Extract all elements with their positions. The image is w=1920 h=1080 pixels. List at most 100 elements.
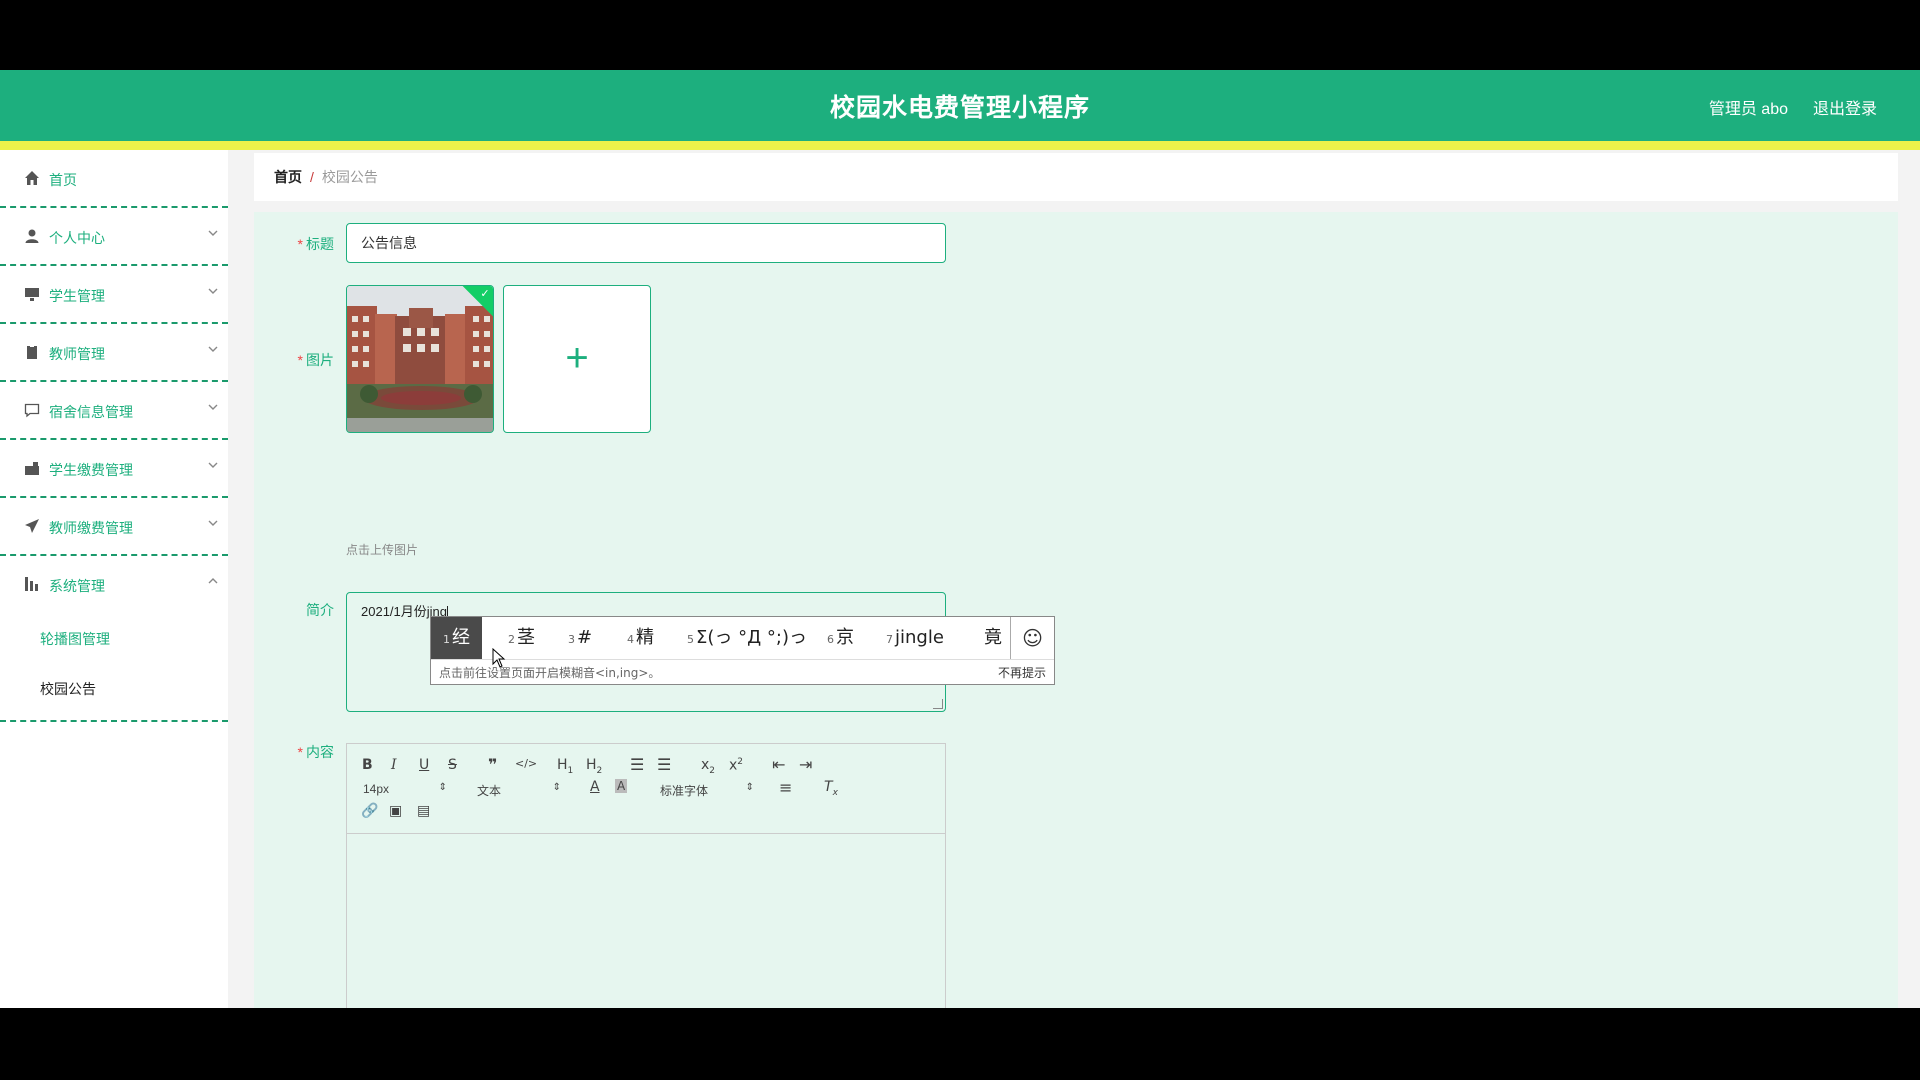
content-label: * 内容: [297, 744, 334, 760]
sidebar-item-system-management[interactable]: 系统管理: [0, 556, 228, 614]
title-input[interactable]: 公告信息: [346, 223, 946, 263]
monitor-icon: [25, 288, 39, 301]
ime-footer: 点击前往设置页面开启模糊音<in,ing>。 不再提示: [431, 659, 1054, 685]
clear-format-button[interactable]: Tx: [824, 779, 838, 798]
background-color-button[interactable]: A: [615, 779, 628, 793]
required-mark: *: [297, 352, 303, 368]
sidebar: 首页 个人中心 学生管理 教师管理 宿舍信息管理 学生缴费管理 教师缴费管理 系…: [0, 150, 228, 1008]
ime-candidate[interactable]: 7 jingle: [886, 617, 944, 659]
video-icon[interactable]: ▤: [417, 803, 430, 819]
font-size-select[interactable]: 14px ⇕: [363, 782, 447, 796]
ime-candidate[interactable]: 竟: [982, 617, 1002, 659]
current-user: 管理员 abo: [1708, 101, 1788, 118]
notice-form: * 标题 公告信息 * 图片 ✓ + 点击上传图片 简介 2021/1月份jin…: [254, 212, 1898, 1008]
uploaded-image-thumbnail[interactable]: ✓: [346, 285, 494, 433]
superscript-button[interactable]: x2: [729, 757, 743, 774]
send-icon: [25, 519, 39, 533]
outdent-button[interactable]: ⇤: [772, 755, 785, 774]
user-icon: [25, 229, 39, 243]
accent-bar: [0, 141, 1920, 150]
home-icon: [25, 171, 39, 185]
breadcrumb-current: 校园公告: [321, 169, 378, 185]
resize-handle[interactable]: [933, 699, 943, 709]
sidebar-item-dorm-info-management[interactable]: 宿舍信息管理: [0, 382, 228, 440]
app-frame: 校园水电费管理小程序 管理员 abo 退出登录 首页 个人中心 学生管理 教师管…: [0, 0, 1920, 1080]
top-header: 校园水电费管理小程序 管理员 abo 退出登录: [0, 70, 1920, 141]
sidebar-item-label: 系统管理: [49, 578, 105, 594]
ime-candidate-row: 1经 2茎 3 # 4精 5 Σ(っ °Д °;)っ 6京 7 jingle 竟: [431, 617, 1011, 659]
sidebar-item-student-management[interactable]: 学生管理: [0, 266, 228, 324]
ime-candidate[interactable]: 4精: [627, 617, 654, 659]
bold-button[interactable]: B: [362, 757, 373, 773]
upload-hint: 点击上传图片: [346, 543, 419, 557]
clipboard-icon: [27, 345, 37, 359]
intro-label: 简介: [306, 602, 334, 618]
sidebar-item-label: 教师缴费管理: [49, 520, 133, 536]
link-icon[interactable]: 🔗: [361, 803, 378, 819]
ime-candidate[interactable]: 3 #: [568, 617, 592, 659]
italic-button[interactable]: I: [391, 757, 397, 773]
chart-icon: [25, 577, 38, 591]
select-arrows-icon: ⇕: [438, 782, 447, 793]
chevron-down-icon: [208, 462, 218, 468]
emoji-icon[interactable]: ☺: [1010, 617, 1054, 659]
suitcase-icon: [25, 462, 39, 475]
sidebar-item-label: 个人中心: [49, 230, 105, 246]
sidebar-subitem-campus-notice[interactable]: 校园公告: [0, 664, 228, 714]
chevron-down-icon: [208, 288, 218, 294]
image-icon[interactable]: ▣: [389, 803, 402, 819]
ime-candidate-popup: 1经 2茎 3 # 4精 5 Σ(っ °Д °;)っ 6京 7 jingle 竟 ☺ …: [430, 616, 1055, 685]
required-mark: *: [297, 236, 303, 252]
font-color-button[interactable]: A: [590, 779, 600, 795]
text-type-select[interactable]: 文本 ⇕: [477, 782, 561, 799]
breadcrumb-home[interactable]: 首页: [274, 169, 302, 185]
ime-candidate[interactable]: 2茎: [508, 617, 535, 659]
blockquote-button[interactable]: ❞: [488, 755, 497, 774]
sidebar-item-label: 学生管理: [49, 288, 105, 304]
strikethrough-button[interactable]: S: [448, 757, 457, 773]
bullet-list-button[interactable]: ☰: [657, 755, 671, 774]
subscript-button[interactable]: x2: [701, 757, 715, 776]
ime-candidate[interactable]: 6京: [827, 617, 854, 659]
chevron-down-icon: [208, 346, 218, 352]
campus-building-photo: [347, 286, 493, 432]
indent-button[interactable]: ⇥: [799, 755, 812, 774]
title-label: * 标题: [297, 236, 334, 252]
required-mark: *: [297, 744, 303, 760]
sidebar-item-label: 教师管理: [49, 346, 105, 362]
app-title: 校园水电费管理小程序: [829, 94, 1090, 122]
sidebar-item-label: 宿舍信息管理: [49, 404, 133, 420]
ime-fuzzy-hint[interactable]: 点击前往设置页面开启模糊音<in,ing>。: [439, 666, 660, 680]
underline-button[interactable]: U: [419, 757, 429, 773]
select-arrows-icon: ⇕: [745, 782, 754, 793]
code-block-button[interactable]: </>: [515, 757, 537, 770]
sidebar-item-label: 学生缴费管理: [49, 462, 133, 478]
ime-candidate[interactable]: 1经: [431, 617, 482, 659]
sidebar-item-personal-center[interactable]: 个人中心: [0, 208, 228, 266]
breadcrumb: 首页 / 校园公告: [254, 153, 1898, 201]
heading1-button[interactable]: H1: [557, 757, 573, 776]
ime-dismiss-button[interactable]: 不再提示: [998, 660, 1046, 686]
sidebar-item-teacher-management[interactable]: 教师管理: [0, 324, 228, 382]
editor-toolbar: B I U S ❞ </> H1 H2 ☰ ☰ x2 x2 ⇤ ⇥ 14px ⇕ …: [347, 744, 945, 834]
plus-icon: +: [565, 336, 589, 380]
align-button[interactable]: ≡: [779, 778, 792, 797]
sidebar-subitem-carousel-management[interactable]: 轮播图管理: [0, 614, 228, 664]
browser-viewport: 校园水电费管理小程序 管理员 abo 退出登录 首页 个人中心 学生管理 教师管…: [0, 70, 1920, 1008]
ime-candidate[interactable]: 5 Σ(っ °Д °;)っ: [687, 617, 807, 659]
sidebar-item-home[interactable]: 首页: [0, 150, 228, 208]
image-label: * 图片: [297, 352, 334, 368]
check-icon: ✓: [480, 287, 490, 300]
font-family-select[interactable]: 标准字体 ⇕: [660, 782, 754, 799]
chat-icon: [24, 403, 40, 418]
chevron-down-icon: [208, 404, 218, 410]
rich-text-editor: B I U S ❞ </> H1 H2 ☰ ☰ x2 x2 ⇤ ⇥ 14px ⇕ …: [346, 743, 946, 1008]
sidebar-item-student-payment-management[interactable]: 学生缴费管理: [0, 440, 228, 498]
breadcrumb-separator: /: [310, 169, 314, 185]
select-arrows-icon: ⇕: [552, 782, 561, 793]
ordered-list-button[interactable]: ☰: [630, 755, 644, 774]
upload-image-button[interactable]: +: [503, 285, 651, 433]
sidebar-item-teacher-payment-management[interactable]: 教师缴费管理: [0, 498, 228, 556]
heading2-button[interactable]: H2: [586, 757, 602, 776]
logout-button[interactable]: 退出登录: [1813, 95, 1877, 119]
